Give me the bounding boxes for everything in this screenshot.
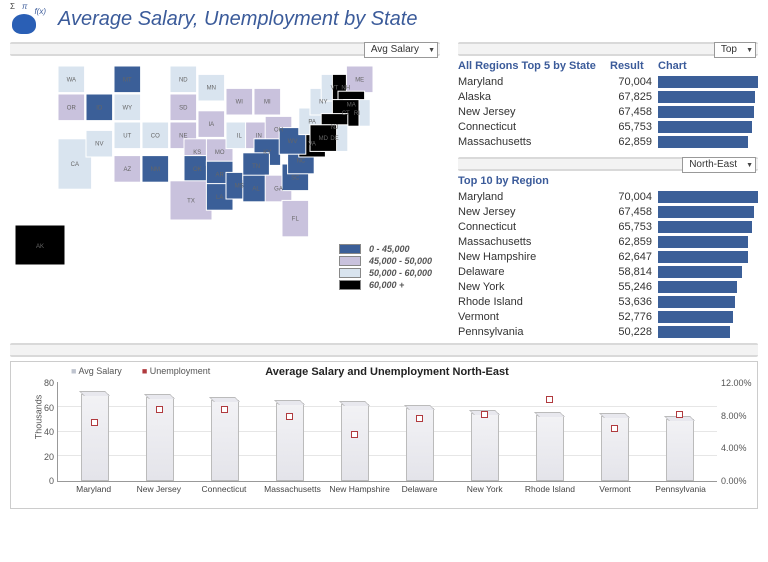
unemployment-marker: [156, 406, 163, 413]
unemployment-marker: [481, 411, 488, 418]
state-IA[interactable]: [198, 111, 225, 138]
state-ND[interactable]: [170, 66, 197, 93]
salary-bar: [601, 416, 629, 481]
page-title: Average Salary, Unemployment by State: [58, 8, 417, 31]
unemployment-marker: [221, 406, 228, 413]
state-TX[interactable]: [170, 181, 212, 220]
state-NV[interactable]: [86, 130, 113, 157]
state-UT[interactable]: [114, 122, 141, 149]
salary-bar: [471, 413, 499, 481]
us-map: WAORCAIDNVMTWYUTAZCONMNDSDNEKSOKTXMNIAMO…: [10, 60, 440, 296]
state-ME[interactable]: [346, 66, 373, 93]
state-OR[interactable]: [58, 94, 85, 121]
table-row: New Hampshire62,647: [458, 249, 758, 264]
state-AK[interactable]: [15, 225, 65, 265]
salary-bar: [211, 400, 239, 481]
col-result: Result: [610, 60, 658, 72]
table-row: Vermont52,776: [458, 309, 758, 324]
salary-bar: [81, 394, 109, 481]
top5-heading: All Regions Top 5 by State: [458, 60, 610, 72]
state-MD[interactable]: [310, 125, 337, 152]
state-MI[interactable]: [254, 88, 281, 115]
table-row: Massachusetts62,859: [458, 134, 758, 149]
table-row: New York55,246: [458, 279, 758, 294]
table-row: Delaware58,814: [458, 264, 758, 279]
state-WY[interactable]: [114, 94, 141, 121]
unemployment-marker: [546, 396, 553, 403]
map-toolbar: Avg Salary: [10, 42, 440, 56]
unemployment-marker: [611, 425, 618, 432]
table-row: Rhode Island53,636: [458, 294, 758, 309]
table-row: Alaska67,825: [458, 89, 758, 104]
chart-legend: Avg Salary Unemployment: [71, 366, 210, 376]
combo-chart: Avg Salary Unemployment Average Salary a…: [10, 361, 758, 509]
bottom-toolbar: [10, 343, 758, 357]
unemployment-marker: [416, 415, 423, 422]
col-chart: Chart: [658, 60, 758, 72]
map-legend: 0 - 45,00045,000 - 50,00050,000 - 60,000…: [339, 244, 432, 292]
table-row: Massachusetts62,859: [458, 234, 758, 249]
salary-bar: [276, 403, 304, 481]
state-CO[interactable]: [142, 122, 169, 149]
unemployment-marker: [351, 431, 358, 438]
top5-dropdown[interactable]: Top: [714, 42, 756, 58]
state-AZ[interactable]: [114, 156, 141, 183]
region-dropdown[interactable]: North-East: [682, 157, 756, 173]
unemployment-marker: [91, 419, 98, 426]
state-MN[interactable]: [198, 74, 225, 101]
salary-bar: [666, 419, 694, 481]
state-SD[interactable]: [170, 94, 197, 121]
map-metric-dropdown[interactable]: Avg Salary: [364, 42, 438, 58]
state-MT[interactable]: [114, 66, 141, 93]
logo-icon: Σπf(x): [10, 4, 40, 34]
state-WA[interactable]: [58, 66, 85, 93]
salary-bar: [406, 408, 434, 481]
table-row: Connecticut65,753: [458, 119, 758, 134]
state-ID[interactable]: [86, 94, 113, 121]
unemployment-marker: [286, 413, 293, 420]
table-row: Maryland70,004: [458, 74, 758, 89]
state-FL[interactable]: [282, 200, 309, 236]
table-row: New Jersey67,458: [458, 204, 758, 219]
unemployment-marker: [676, 411, 683, 418]
table-row: New Jersey67,458: [458, 104, 758, 119]
table-row: Pennsylvania50,228: [458, 324, 758, 339]
table-row: Connecticut65,753: [458, 219, 758, 234]
state-WI[interactable]: [226, 88, 253, 115]
state-NM[interactable]: [142, 156, 169, 183]
table-row: Maryland70,004: [458, 189, 758, 204]
region-heading: Top 10 by Region: [458, 175, 758, 187]
salary-bar: [341, 404, 369, 481]
salary-bar: [536, 415, 564, 481]
salary-bar: [146, 397, 174, 481]
